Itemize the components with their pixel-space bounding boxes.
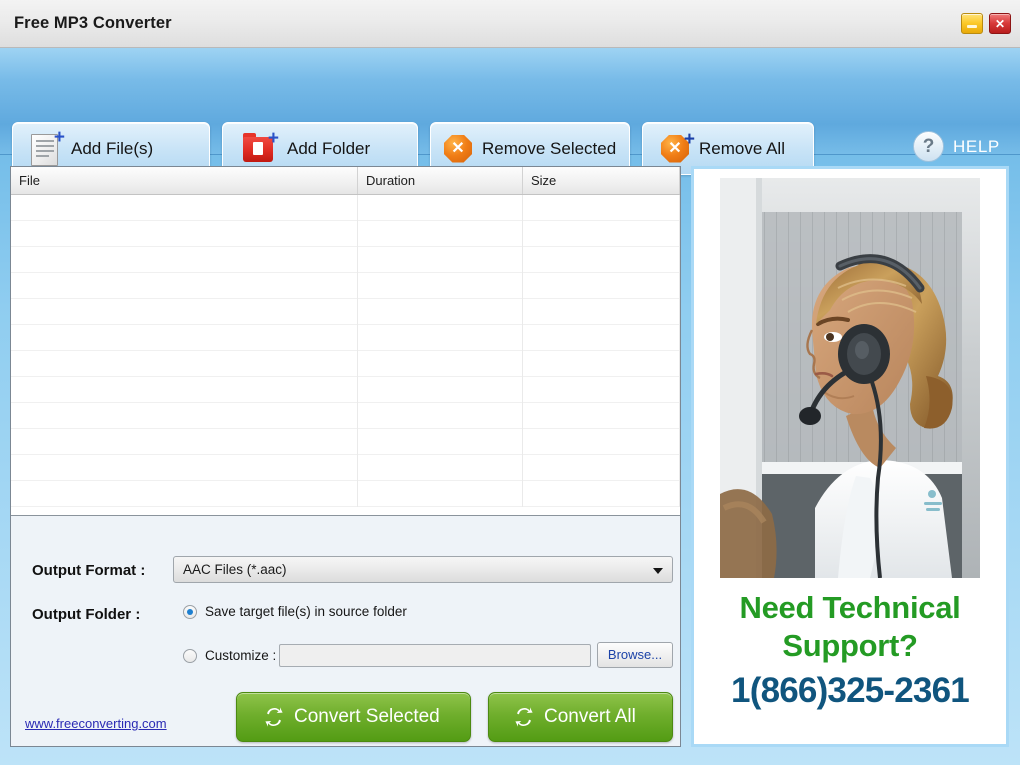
table-cell: [11, 481, 358, 507]
radio-customize-label: Customize :: [205, 648, 277, 663]
output-format-select[interactable]: AAC Files (*.aac): [173, 556, 673, 583]
table-cell: [358, 299, 523, 325]
radio-save-in-source-folder[interactable]: [183, 605, 197, 619]
output-format-value: AAC Files (*.aac): [183, 562, 287, 577]
table-row[interactable]: [11, 325, 680, 351]
column-header-file[interactable]: File: [11, 167, 358, 194]
table-row[interactable]: [11, 481, 680, 507]
remove-all-x-icon: +: [661, 130, 695, 165]
minimize-button[interactable]: [961, 13, 983, 34]
convert-all-label: Convert All: [544, 706, 636, 727]
table-cell: [11, 429, 358, 455]
table-cell: [358, 247, 523, 273]
table-cell: [523, 325, 680, 351]
table-cell: [523, 273, 680, 299]
convert-all-button[interactable]: Convert All: [488, 692, 673, 742]
output-format-label: Output Format :: [32, 562, 146, 579]
table-row[interactable]: [11, 351, 680, 377]
sync-refresh-icon: [261, 704, 287, 730]
table-cell: [358, 195, 523, 221]
sync-refresh-icon: [511, 704, 537, 730]
table-row[interactable]: [11, 195, 680, 221]
add-files-label: Add File(s): [71, 138, 154, 158]
file-list[interactable]: File Duration Size: [11, 167, 680, 515]
ad-phone-number: 1(866)325-2361: [731, 671, 970, 710]
remove-all-label: Remove All: [699, 138, 785, 158]
table-row[interactable]: [11, 403, 680, 429]
file-list-header: File Duration Size: [11, 167, 680, 195]
table-cell: [523, 455, 680, 481]
options-panel: Output Format : AAC Files (*.aac) Output…: [11, 515, 680, 746]
radio-save-in-source-folder-label: Save target file(s) in source folder: [205, 604, 407, 619]
chevron-down-icon: [653, 568, 663, 574]
call-center-agent-photo: [720, 178, 980, 578]
table-cell: [11, 195, 358, 221]
table-cell: [11, 325, 358, 351]
table-cell: [523, 403, 680, 429]
file-list-body[interactable]: [11, 195, 680, 515]
toolbar: + Add File(s) + Add Folder Remove Select…: [0, 48, 1020, 175]
document-add-icon: +: [31, 128, 65, 167]
radio-customize[interactable]: [183, 649, 197, 663]
table-cell: [358, 429, 523, 455]
table-cell: [358, 481, 523, 507]
table-cell: [358, 351, 523, 377]
table-cell: [358, 325, 523, 351]
table-cell: [523, 481, 680, 507]
table-cell: [11, 221, 358, 247]
application-window: Free MP3 Converter + Add File(s) + Add F…: [0, 0, 1020, 765]
table-row[interactable]: [11, 273, 680, 299]
table-row[interactable]: [11, 455, 680, 481]
remove-selected-label: Remove Selected: [482, 138, 617, 158]
customize-path-input[interactable]: [279, 644, 591, 667]
website-link[interactable]: www.freeconverting.com: [25, 716, 167, 731]
table-cell: [11, 351, 358, 377]
help-label: HELP: [953, 136, 1000, 156]
table-cell: [11, 455, 358, 481]
help-button[interactable]: HELP: [913, 131, 1000, 162]
table-row[interactable]: [11, 221, 680, 247]
window-title: Free MP3 Converter: [14, 14, 172, 32]
remove-x-icon: [444, 133, 476, 165]
table-cell: [358, 221, 523, 247]
table-row[interactable]: [11, 377, 680, 403]
table-cell: [11, 247, 358, 273]
table-cell: [523, 377, 680, 403]
add-folder-label: Add Folder: [287, 138, 371, 158]
table-cell: [523, 195, 680, 221]
question-mark-icon: [913, 131, 944, 162]
table-cell: [523, 221, 680, 247]
table-cell: [523, 351, 680, 377]
table-cell: [11, 377, 358, 403]
advertisement-panel[interactable]: Need Technical Support? 1(866)325-2361: [691, 166, 1009, 747]
table-cell: [358, 377, 523, 403]
table-cell: [523, 429, 680, 455]
table-cell: [523, 247, 680, 273]
column-header-duration[interactable]: Duration: [358, 167, 523, 194]
table-row[interactable]: [11, 299, 680, 325]
table-cell: [358, 455, 523, 481]
table-row[interactable]: [11, 429, 680, 455]
table-cell: [11, 403, 358, 429]
table-cell: [11, 299, 358, 325]
main-panel: File Duration Size Output Format : AAC F…: [10, 166, 681, 747]
folder-add-icon: +: [243, 129, 279, 166]
output-folder-label: Output Folder :: [32, 606, 141, 623]
table-cell: [358, 403, 523, 429]
convert-selected-label: Convert Selected: [294, 706, 440, 727]
convert-selected-button[interactable]: Convert Selected: [236, 692, 471, 742]
table-cell: [11, 273, 358, 299]
browse-label: Browse...: [607, 647, 663, 662]
table-cell: [358, 273, 523, 299]
column-header-size[interactable]: Size: [523, 167, 680, 194]
table-cell: [523, 299, 680, 325]
close-button[interactable]: [989, 13, 1011, 34]
browse-button[interactable]: Browse...: [597, 642, 673, 668]
title-bar: Free MP3 Converter: [0, 0, 1020, 48]
table-row[interactable]: [11, 247, 680, 273]
ad-headline: Need Technical Support?: [739, 590, 961, 663]
